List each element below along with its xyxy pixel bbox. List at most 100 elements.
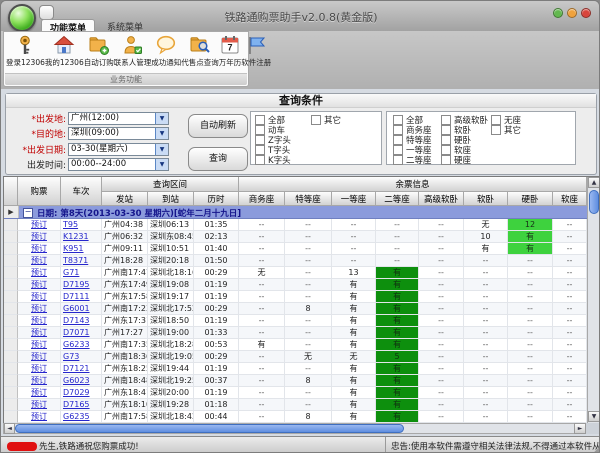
seat-filter-0[interactable]: 全部 xyxy=(393,115,423,124)
book-link[interactable]: 预订 xyxy=(31,328,47,337)
maximize-button[interactable] xyxy=(567,8,577,18)
book-link[interactable]: 预订 xyxy=(31,280,47,289)
checkbox-icon[interactable] xyxy=(255,155,265,165)
train-link[interactable]: G6233 xyxy=(63,340,90,349)
book-link[interactable]: 预订 xyxy=(31,244,47,253)
seat-filter-1[interactable]: 商务座 xyxy=(393,125,432,134)
train-link[interactable]: D7143 xyxy=(63,316,90,325)
seat-filter-2[interactable]: 特等座 xyxy=(393,135,432,144)
destination-city-select[interactable]: 深圳(09:00)▼ xyxy=(68,127,169,140)
book-link[interactable]: 预订 xyxy=(31,268,47,277)
seat-filter-10[interactable]: 无座 xyxy=(491,115,521,124)
checkbox-icon[interactable] xyxy=(255,125,265,135)
resize-grip-icon[interactable]: ◢ xyxy=(593,445,600,453)
dropdown-arrow-icon[interactable]: ▼ xyxy=(155,113,168,124)
header-book[interactable]: 购票 xyxy=(18,177,61,206)
train-link[interactable]: D7195 xyxy=(63,280,90,289)
ribbon-button-flag[interactable]: 软件注册 xyxy=(241,33,271,68)
tab-system-menu[interactable]: 系统菜单 xyxy=(99,19,151,31)
departure-time-select[interactable]: 00:00--24:00▼ xyxy=(68,158,169,171)
book-link[interactable]: 预订 xyxy=(31,316,47,325)
checkbox-icon[interactable] xyxy=(491,125,501,135)
book-link[interactable]: 预订 xyxy=(31,292,47,301)
collapse-icon[interactable]: − xyxy=(23,208,33,218)
dropdown-arrow-icon[interactable]: ▼ xyxy=(155,159,168,170)
train-link[interactable]: G71 xyxy=(63,268,79,277)
train-link[interactable]: D7111 xyxy=(63,292,90,301)
departure-date-select[interactable]: 03-30(星期六)▼ xyxy=(68,143,169,156)
ribbon-button-contact[interactable]: 联系人管理 xyxy=(114,33,152,68)
train-link[interactable]: K951 xyxy=(63,244,84,253)
auto-refresh-button[interactable]: 自动刷新 xyxy=(188,114,248,138)
train-link[interactable]: T8371 xyxy=(63,256,88,265)
checkbox-icon[interactable] xyxy=(393,125,403,135)
scroll-up-icon[interactable]: ▲ xyxy=(588,177,600,188)
vertical-scroll-thumb[interactable] xyxy=(589,190,599,214)
checkbox-icon[interactable] xyxy=(255,115,265,125)
dropdown-arrow-icon[interactable]: ▼ xyxy=(155,144,168,155)
book-link[interactable]: 预订 xyxy=(31,304,47,313)
header-soft-sleeper[interactable]: 软卧 xyxy=(464,192,508,206)
book-link[interactable]: 预订 xyxy=(31,388,47,397)
header-first-class[interactable]: 一等座 xyxy=(332,192,376,206)
train-link[interactable]: D7165 xyxy=(63,400,90,409)
book-link[interactable]: 预订 xyxy=(31,364,47,373)
checkbox-icon[interactable] xyxy=(393,155,403,165)
departure-city-select[interactable]: 广州(12:00)▼ xyxy=(68,112,169,125)
train-filter-0[interactable]: 全部 xyxy=(255,115,285,124)
book-link[interactable]: 预订 xyxy=(31,256,47,265)
ribbon-button-calendar[interactable]: 7万年历 xyxy=(219,33,242,68)
dropdown-arrow-icon[interactable]: ▼ xyxy=(155,128,168,139)
scroll-right-icon[interactable]: ► xyxy=(574,423,586,434)
header-dep-station[interactable]: 发站 xyxy=(102,192,148,206)
ribbon-button-folder-add[interactable]: 自动订购 xyxy=(84,33,114,68)
book-link[interactable]: 预订 xyxy=(31,400,47,409)
seat-filter-11[interactable]: 其它 xyxy=(491,125,521,134)
train-link[interactable]: T95 xyxy=(63,220,78,229)
close-button[interactable] xyxy=(581,8,591,18)
train-filter-3[interactable]: T字头 xyxy=(255,146,290,155)
header-soft-seat[interactable]: 软座 xyxy=(553,192,587,206)
header-duration[interactable]: 历时 xyxy=(194,192,239,206)
book-link[interactable]: 预订 xyxy=(31,376,47,385)
train-link[interactable]: K1231 xyxy=(63,232,89,241)
book-link[interactable]: 预订 xyxy=(31,412,47,421)
checkbox-icon[interactable] xyxy=(441,115,451,125)
minimize-button[interactable] xyxy=(553,8,563,18)
seat-filter-4[interactable]: 二等座 xyxy=(393,156,432,165)
scroll-down-icon[interactable]: ▼ xyxy=(588,411,600,422)
train-link[interactable]: G6023 xyxy=(63,376,90,385)
header-arr-station[interactable]: 到站 xyxy=(148,192,194,206)
header-premier-seat[interactable]: 特等座 xyxy=(285,192,332,206)
seat-filter-9[interactable]: 硬座 xyxy=(441,156,471,165)
train-link[interactable]: D7071 xyxy=(63,328,90,337)
date-group-row[interactable]: ▶ − 日期: 第8天(2013-03-30 星期六)[蛇年二月十九日] xyxy=(4,206,587,219)
checkbox-icon[interactable] xyxy=(441,135,451,145)
checkbox-icon[interactable] xyxy=(393,145,403,155)
horizontal-scrollbar[interactable]: ◄ ► xyxy=(3,423,586,434)
header-business-seat[interactable]: 商务座 xyxy=(239,192,285,206)
header-hard-sleeper[interactable]: 硬卧 xyxy=(508,192,553,206)
header-deluxe-sleeper[interactable]: 高级软卧 xyxy=(419,192,464,206)
ribbon-button-speech-bubble[interactable]: 成功通知 xyxy=(151,33,181,68)
checkbox-icon[interactable] xyxy=(393,135,403,145)
book-link[interactable]: 预订 xyxy=(31,232,47,241)
checkbox-icon[interactable] xyxy=(441,155,451,165)
train-link[interactable]: D7029 xyxy=(63,388,90,397)
tab-function-menu[interactable]: 功能菜单 xyxy=(41,19,95,31)
horizontal-scroll-thumb[interactable] xyxy=(15,424,404,433)
book-link[interactable]: 预订 xyxy=(31,220,47,229)
ribbon-button-home[interactable]: 我的12306 xyxy=(45,33,84,68)
search-button[interactable]: 查询 xyxy=(188,147,248,171)
train-filter-1[interactable]: 动车 xyxy=(255,125,285,134)
header-train[interactable]: 车次 xyxy=(61,177,102,206)
train-filter-4[interactable]: K字头 xyxy=(255,156,291,165)
train-link[interactable]: D7121 xyxy=(63,364,90,373)
ribbon-button-key[interactable]: 登录12306 xyxy=(6,33,45,68)
seat-filter-6[interactable]: 软卧 xyxy=(441,125,471,134)
checkbox-icon[interactable] xyxy=(393,115,403,125)
checkbox-icon[interactable] xyxy=(255,135,265,145)
train-filter-5[interactable]: 其它 xyxy=(311,115,341,124)
ribbon-button-folder-search[interactable]: 代售点查询 xyxy=(181,33,219,68)
book-link[interactable]: 预订 xyxy=(31,340,47,349)
